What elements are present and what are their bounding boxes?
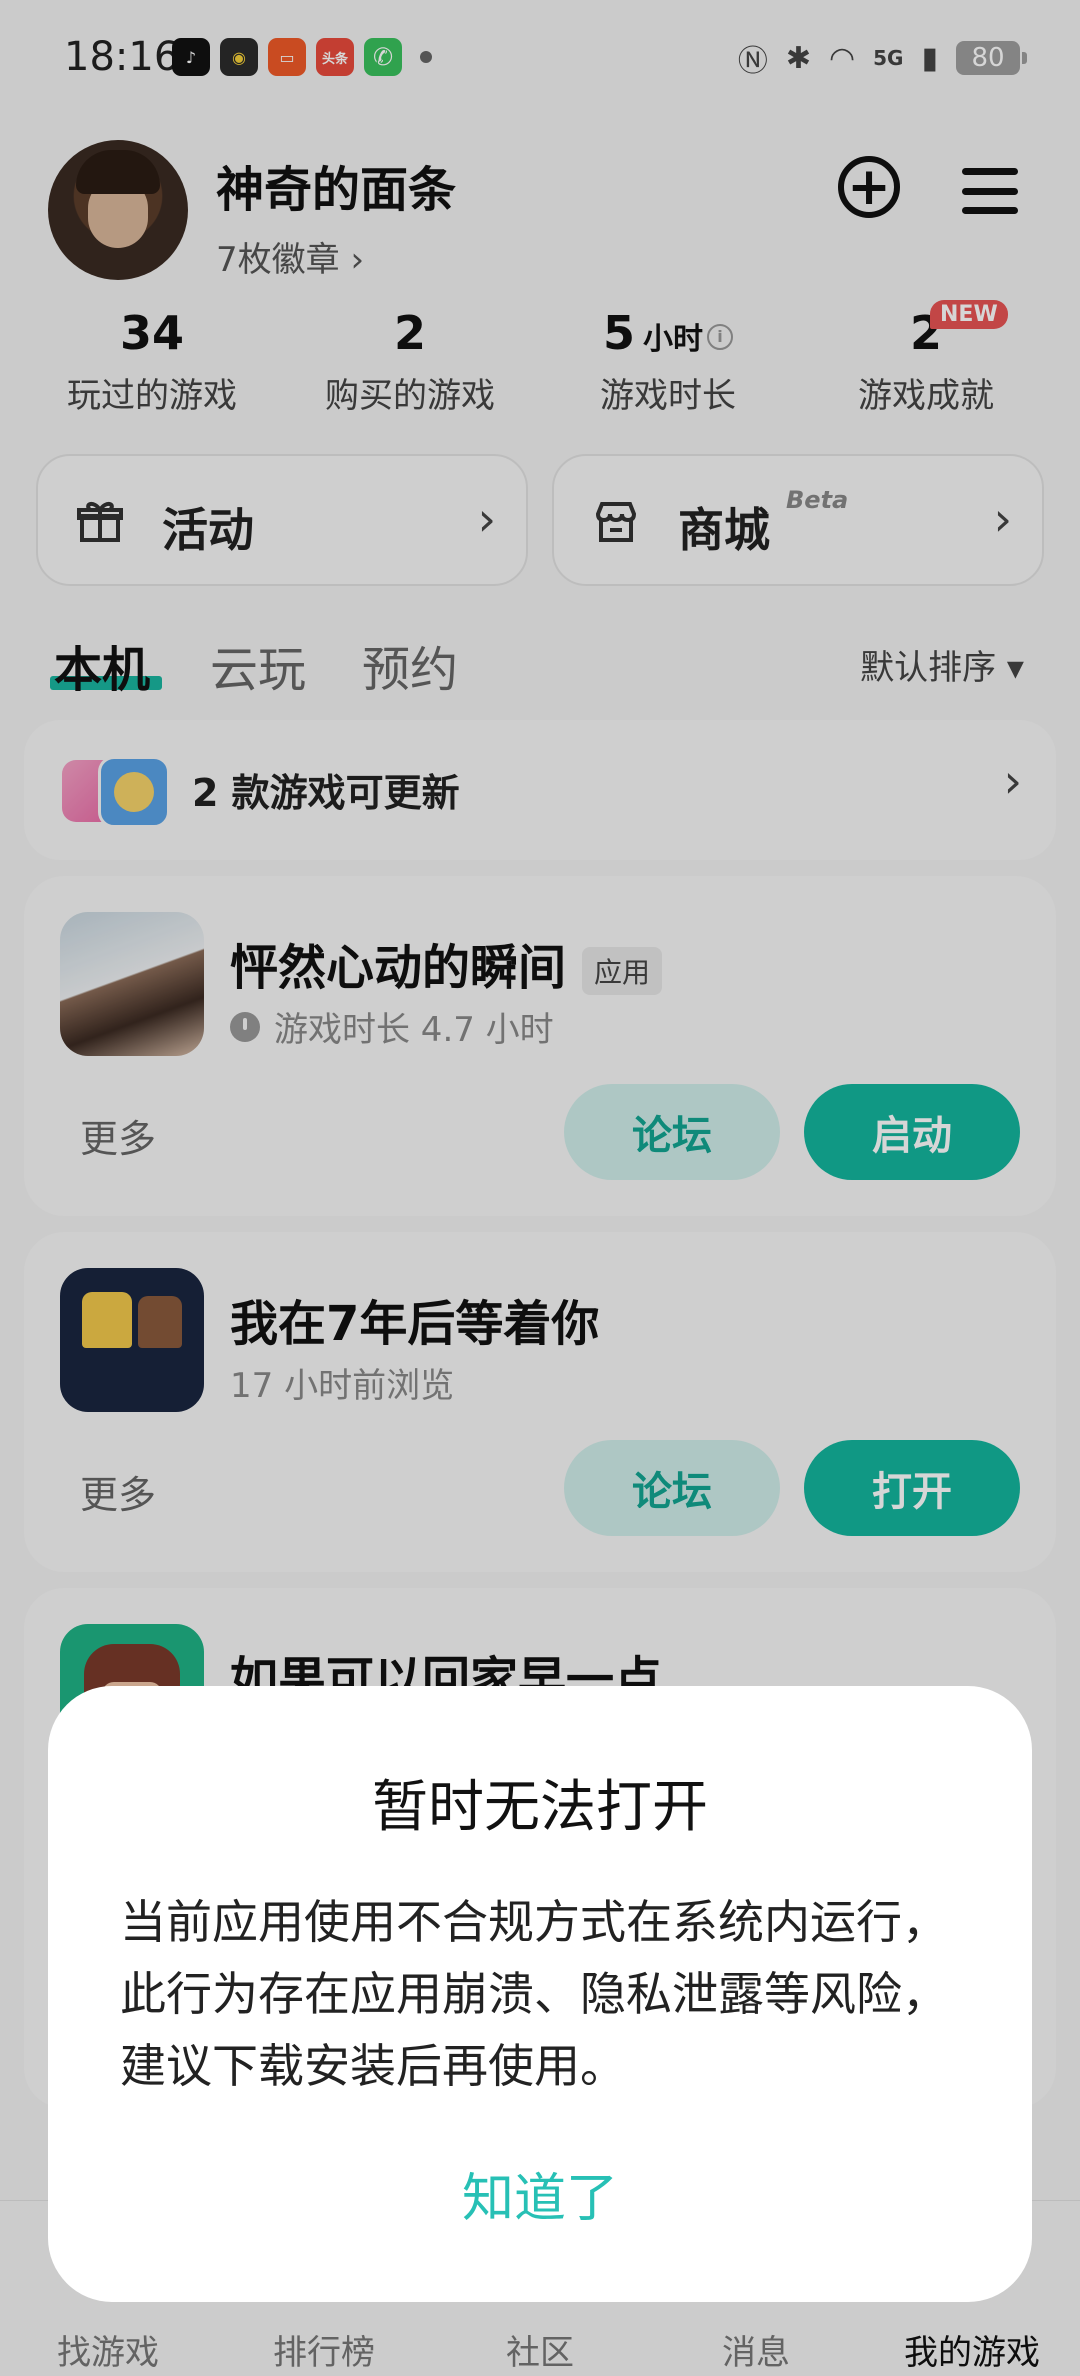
my-games-page: 18:16 ♪ ◉ ▭ 头条 ✆ Ⓝ ✱ ◠ 5G ▮ 80 神奇的面条 7枚徽… [0, 0, 1080, 2376]
dialog-message: 当前应用使用不合规方式在系统内运行，此行为存在应用崩溃、隐私泄露等风险，建议下载… [120, 1895, 948, 2093]
cannot-open-dialog: 暂时无法打开 当前应用使用不合规方式在系统内运行，此行为存在应用崩溃、隐私泄露等… [48, 1686, 1032, 2302]
dialog-title: 暂时无法打开 [372, 1775, 708, 1840]
got-it-button[interactable]: 知道了 [48, 2156, 1032, 2231]
